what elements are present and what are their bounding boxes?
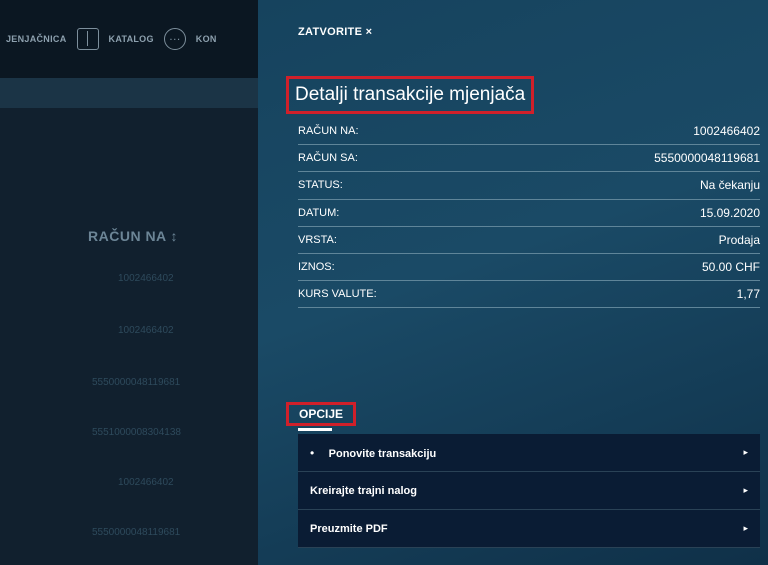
close-button[interactable]: ZATVORITE × — [298, 26, 372, 38]
detail-value: 5550000048119681 — [654, 151, 760, 166]
background-page: JENJAČNICA KATALOG KON RAČUN NA ↕ 100246… — [0, 0, 258, 565]
option-repeat-transaction[interactable]: • Ponovite transakciju ▸ — [298, 434, 760, 472]
detail-label: KURS VALUTE: — [298, 288, 377, 301]
detail-row-amount: IZNOS: 50.00 CHF — [298, 254, 760, 282]
detail-label: VRSTA: — [298, 233, 337, 246]
nav-item-exchange[interactable]: JENJAČNICA — [6, 34, 67, 44]
chevron-right-icon: ▸ — [743, 523, 748, 533]
background-header-strip — [0, 78, 258, 108]
detail-row-status: STATUS: Na čekanju — [298, 172, 760, 200]
detail-row-type: VRSTA: Prodaja — [298, 227, 760, 254]
detail-value: 1002466402 — [693, 124, 760, 139]
nav-item-contact[interactable]: KON — [196, 34, 217, 44]
detail-label: IZNOS: — [298, 261, 335, 274]
option-label-wrap: • Ponovite transakciju — [310, 444, 436, 462]
details-list: RAČUN NA: 1002466402 RAČUN SA: 555000004… — [298, 118, 760, 309]
title-highlight: Detalji transakcije mjenjača — [286, 76, 535, 114]
table-row[interactable]: 5551000008304138 — [92, 427, 181, 438]
option-standing-order[interactable]: Kreirajte trajni nalog ▸ — [298, 472, 760, 510]
catalog-icon[interactable] — [76, 28, 99, 50]
top-navigation: JENJAČNICA KATALOG KON — [0, 0, 258, 78]
detail-label: RAČUN SA: — [298, 152, 358, 165]
column-header-account-to[interactable]: RAČUN NA ↕ — [88, 228, 178, 244]
option-label: Kreirajte trajni nalog — [310, 484, 417, 497]
detail-label: STATUS: — [298, 179, 343, 192]
detail-value: 15.09.2020 — [699, 205, 760, 220]
options-title: OPCIJE — [299, 407, 344, 421]
table-row[interactable]: 1002466402 — [118, 477, 174, 488]
nav-item-catalog[interactable]: KATALOG — [109, 34, 154, 44]
options-underline — [298, 428, 332, 431]
detail-label: RAČUN NA: — [298, 125, 359, 138]
chevron-right-icon: ▸ — [743, 485, 748, 495]
detail-row-account-from: RAČUN SA: 5550000048119681 — [298, 145, 760, 173]
option-download-pdf[interactable]: Preuzmite PDF ▸ — [298, 510, 760, 548]
detail-value: Prodaja — [718, 232, 760, 247]
detail-value: 50.00 CHF — [701, 260, 760, 275]
table-row[interactable]: 1002466402 — [118, 273, 174, 284]
detail-row-exchange-rate: KURS VALUTE: 1,77 — [298, 281, 760, 309]
option-label: Ponovite transakciju — [328, 447, 437, 460]
table-row[interactable]: 5550000048119681 — [92, 377, 180, 388]
detail-value: 1,77 — [736, 287, 760, 302]
options-list: • Ponovite transakciju ▸ Kreirajte trajn… — [298, 434, 760, 548]
table-row[interactable]: 1002466402 — [118, 325, 174, 336]
detail-row-date: DATUM: 15.09.2020 — [298, 200, 760, 227]
table-row[interactable]: 5550000048119681 — [92, 527, 180, 538]
panel-title: Detalji transakcije mjenjača — [295, 84, 526, 105]
chevron-right-icon: ▸ — [743, 447, 748, 457]
options-highlight: OPCIJE — [286, 402, 357, 426]
transaction-detail-panel: ZATVORITE × Detalji transakcije mjenjača… — [258, 0, 768, 565]
detail-row-account-to: RAČUN NA: 1002466402 — [298, 118, 760, 146]
bullet-icon: • — [310, 445, 315, 460]
detail-label: DATUM: — [298, 206, 340, 219]
option-label: Preuzmite PDF — [310, 522, 388, 535]
detail-value: Na čekanju — [699, 178, 760, 193]
chat-icon[interactable] — [163, 28, 186, 50]
